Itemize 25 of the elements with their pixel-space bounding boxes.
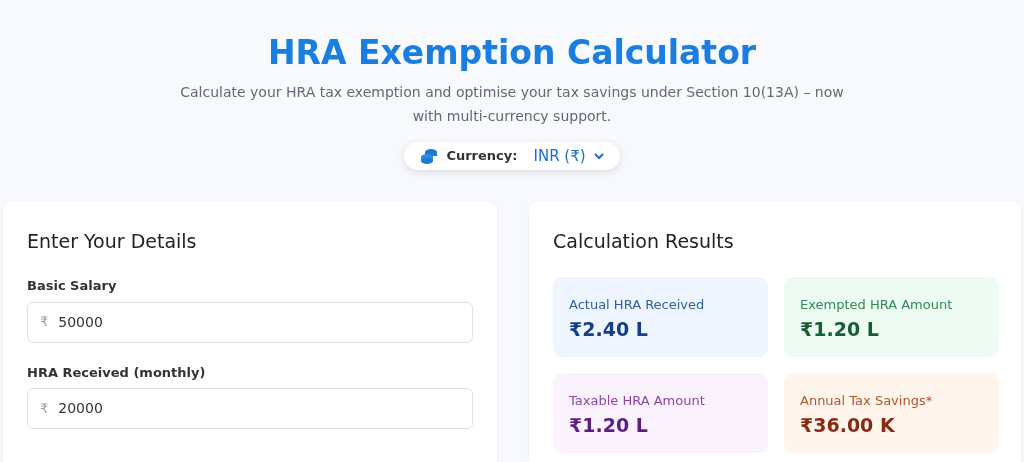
result-label: Annual Tax Savings* xyxy=(800,392,934,410)
chevron-down-icon xyxy=(593,152,604,160)
currency-selector[interactable]: Currency: INR (₹) xyxy=(404,142,620,170)
result-label: Actual HRA Received xyxy=(569,296,706,314)
input-field[interactable]: ₹ 50000 xyxy=(27,301,473,343)
coins-icon xyxy=(420,148,439,164)
result-value: ₹2.40 L xyxy=(569,316,649,342)
page-subtitle: Calculate your HRA tax exemption and optimise your tax savings under Section 10(13A) – now with multi-currency support. xyxy=(179,83,845,126)
field-value: 50000 xyxy=(58,312,103,332)
result-label: Taxable HRA Amount xyxy=(569,392,706,410)
details-title: Enter Your Details xyxy=(27,229,198,254)
result-value: ₹1.20 L xyxy=(569,412,649,438)
rupee-prefix: ₹ xyxy=(40,399,49,418)
results-title: Calculation Results xyxy=(553,229,735,254)
result-value: ₹1.20 L xyxy=(800,316,880,342)
currency-label: Currency: xyxy=(446,147,518,166)
currency-value: INR (₹) xyxy=(533,145,586,167)
field-label: Basic Salary xyxy=(27,277,118,295)
page-title: HRA Exemption Calculator xyxy=(267,33,757,73)
result-label: Exempted HRA Amount xyxy=(800,296,954,314)
input-field[interactable]: ₹ 20000 xyxy=(27,388,473,429)
result-value: ₹36.00 K xyxy=(800,412,896,438)
field-value: 20000 xyxy=(58,399,103,418)
field-label: HRA Received (monthly) xyxy=(27,363,207,382)
rupee-prefix: ₹ xyxy=(40,313,49,332)
